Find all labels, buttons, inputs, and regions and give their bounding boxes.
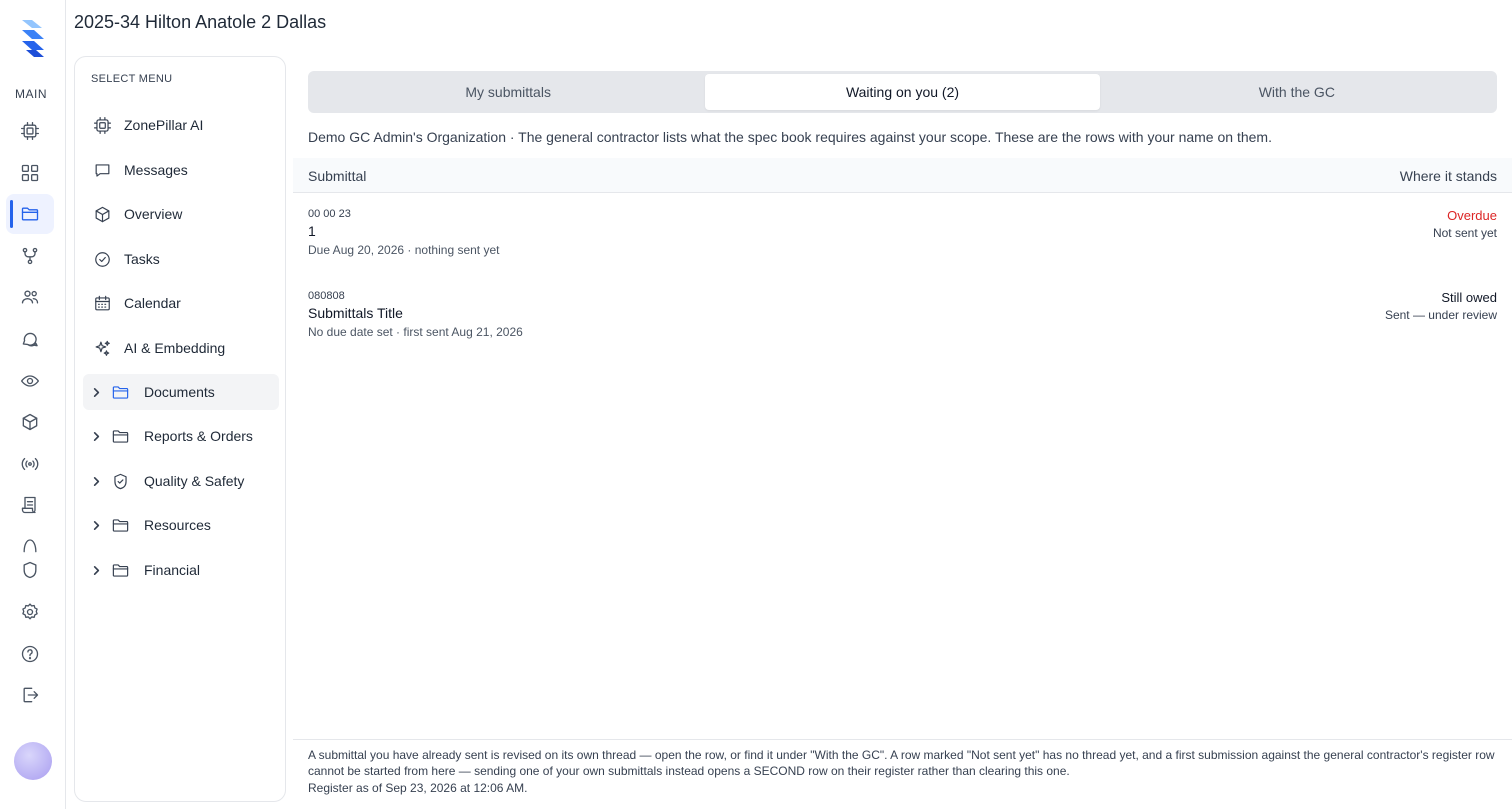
user-avatar[interactable] [14, 742, 52, 780]
status-detail: Not sent yet [1432, 226, 1497, 240]
logout-icon[interactable] [19, 684, 41, 706]
menu-item-label: Tasks [124, 251, 160, 267]
tab-with-the-gc[interactable]: With the GC [1100, 74, 1494, 110]
app-logo[interactable] [18, 18, 48, 58]
rail-section-label: MAIN [15, 87, 47, 101]
grid-icon[interactable] [19, 162, 41, 184]
status-badge: Still owed [1441, 290, 1497, 305]
cube-icon[interactable] [19, 411, 41, 433]
sparkles-icon [91, 337, 113, 359]
intro-text: Demo GC Admin's Organization · The gener… [308, 129, 1272, 145]
chip-icon [91, 114, 113, 136]
table-header: Submittal Where it stands [293, 158, 1512, 193]
select-menu-heading: SELECT MENU [91, 73, 173, 85]
chevron-right-icon[interactable] [91, 431, 103, 442]
broadcast-icon[interactable] [19, 453, 41, 475]
shield-icon[interactable] [19, 559, 41, 581]
menu-folder-label: Documents [144, 384, 215, 400]
submittal-code: 00 00 23 [308, 208, 351, 220]
folder-icon [109, 425, 131, 447]
menu-folder-label: Quality & Safety [144, 473, 245, 489]
arch-icon[interactable] [19, 534, 41, 556]
cube-icon [91, 203, 113, 225]
footer-note: A submittal you have already sent is rev… [293, 739, 1512, 809]
status-block: Overdue Not sent yet [1433, 208, 1497, 240]
tab-my-submittals[interactable]: My submittals [311, 74, 705, 110]
menu-item-label: Messages [124, 162, 188, 178]
submittal-tabs: My submittals Waiting on you (2) With th… [308, 71, 1497, 113]
menu-item-messages[interactable]: Messages [83, 152, 279, 188]
folder-icon [109, 514, 131, 536]
menu-folder-label: Financial [144, 562, 201, 578]
chat-icon[interactable] [19, 328, 41, 350]
table-row[interactable]: 080808 Submittals Title No due date set … [308, 290, 1497, 339]
menu-item-label: Overview [124, 206, 183, 222]
chevron-right-icon[interactable] [91, 565, 103, 576]
chevron-right-icon[interactable] [91, 476, 103, 487]
help-icon[interactable] [19, 643, 41, 665]
menu-folder-reports-orders[interactable]: Reports & Orders [83, 418, 279, 454]
menu-folder-resources[interactable]: Resources [83, 507, 279, 543]
menu-folder-label: Resources [144, 517, 211, 533]
folder-icon [109, 381, 131, 403]
gear-icon[interactable] [19, 601, 41, 623]
status-badge: Overdue [1447, 208, 1497, 223]
receipt-icon[interactable] [19, 494, 41, 516]
folder-icon [109, 559, 131, 581]
menu-folder-documents[interactable]: Documents [83, 374, 279, 410]
eye-icon[interactable] [19, 370, 41, 392]
table-row[interactable]: 00 00 23 1 Due Aug 20, 2026 · nothing se… [308, 208, 1497, 257]
status-block: Still owed Sent — under review [1385, 290, 1497, 322]
shield-check-icon [109, 470, 131, 492]
submittal-meta: No due date set · first sent Aug 21, 202… [308, 325, 523, 339]
branch-icon[interactable] [19, 245, 41, 267]
tab-waiting-on-you[interactable]: Waiting on you (2) [705, 74, 1100, 110]
project-title: 2025-34 Hilton Anatole 2 Dallas [74, 12, 327, 32]
status-detail: Sent — under review [1384, 308, 1497, 322]
menu-item-label: AI & Embedding [124, 340, 226, 356]
submittal-title: Submittals Title [308, 305, 403, 321]
submittal-title: 1 [308, 223, 316, 239]
menu-item-label: Calendar [124, 295, 181, 311]
select-menu-panel: SELECT MENU ZonePillar AI Messages Overv… [74, 56, 286, 802]
menu-item-overview[interactable]: Overview [83, 196, 279, 232]
calendar-icon [91, 292, 113, 314]
chip-icon[interactable] [19, 120, 41, 142]
submittal-meta: Due Aug 20, 2026 · nothing sent yet [308, 243, 500, 257]
app-rail: MAIN [0, 0, 66, 809]
menu-item-tasks[interactable]: Tasks [83, 241, 279, 277]
menu-folder-quality-safety[interactable]: Quality & Safety [83, 463, 279, 499]
users-icon[interactable] [19, 286, 41, 308]
submittal-code: 080808 [308, 290, 345, 302]
message-icon [91, 159, 113, 181]
check-circle-icon [91, 248, 113, 270]
menu-item-label: ZonePillar AI [124, 117, 204, 133]
folder-icon[interactable] [19, 203, 41, 225]
menu-item-zonepillar-ai[interactable]: ZonePillar AI [83, 107, 279, 143]
menu-folder-financial[interactable]: Financial [83, 552, 279, 588]
menu-item-ai-embedding[interactable]: AI & Embedding [83, 330, 279, 366]
column-header-status: Where it stands [1399, 168, 1497, 184]
rail-active-indicator [10, 200, 13, 228]
footer-explanation: A submittal you have already sent is rev… [308, 748, 1495, 778]
menu-folder-label: Reports & Orders [144, 428, 253, 444]
register-as-of: Register as of Sep 23, 2026 at 12:06 AM. [308, 781, 528, 795]
menu-item-calendar[interactable]: Calendar [83, 285, 279, 321]
chevron-right-icon[interactable] [91, 387, 103, 398]
chevron-right-icon[interactable] [91, 520, 103, 531]
column-header-submittal: Submittal [308, 168, 367, 184]
